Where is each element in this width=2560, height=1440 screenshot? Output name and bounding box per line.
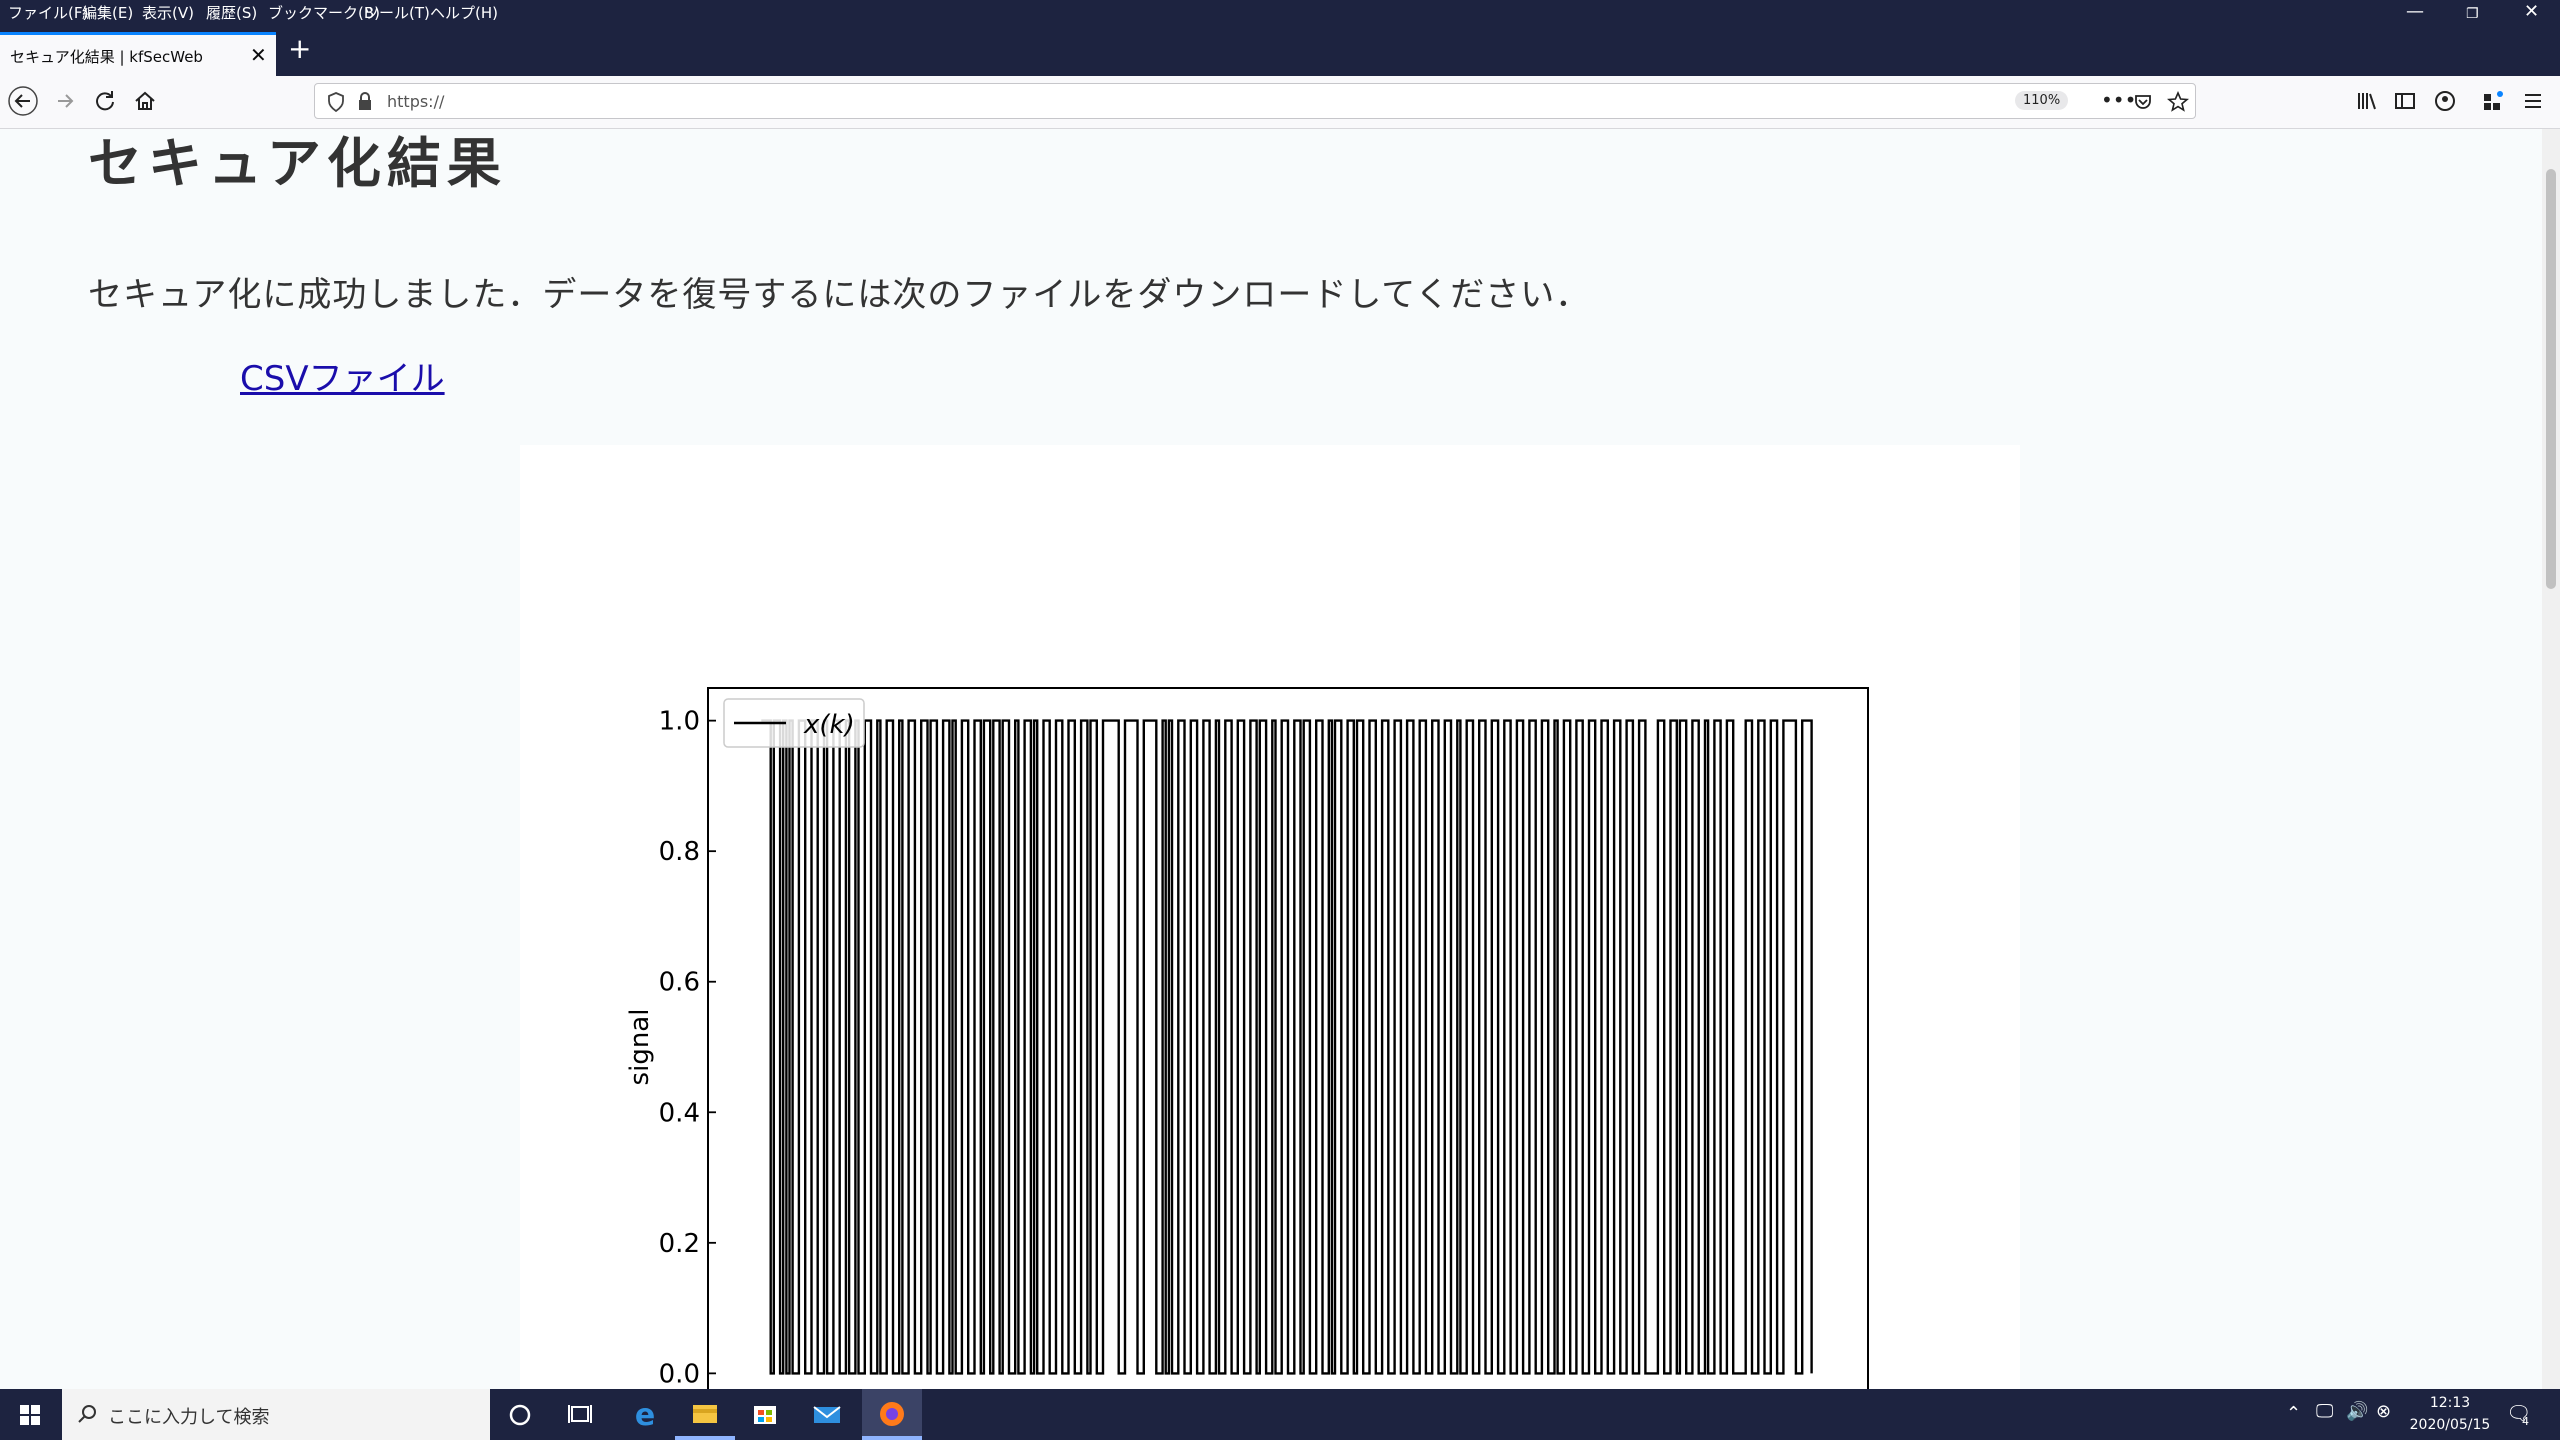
search-placeholder: ここに入力して検索 (108, 1407, 270, 1428)
network-icon[interactable]: 🖵 (2316, 1401, 2333, 1422)
tab-bar: セキュア化結果 | kfSecWeb ✕ + (0, 26, 2560, 76)
chart-svg: 0501001502002503003500.00.20.40.60.81.0 … (625, 687, 1869, 1389)
y-tick-label: 0.2 (659, 1229, 700, 1259)
lock-icon[interactable] (357, 92, 373, 112)
restore-icon[interactable]: ❐ (2466, 4, 2479, 24)
bookmark-star-icon[interactable] (2167, 91, 2189, 113)
clock-time: 12:13 (2429, 1395, 2471, 1411)
menu-file[interactable]: ファイル(F) (8, 3, 88, 23)
y-tick-label: 0.8 (659, 837, 700, 867)
hamburger-menu-icon[interactable] (2518, 86, 2548, 116)
success-message: セキュア化に成功しました．データを復号するには次のファイルをダウンロードしてくだ… (88, 275, 1591, 315)
page-scrollbar[interactable] (2542, 129, 2560, 1389)
sidebar-icon[interactable] (2390, 86, 2420, 116)
store-icon[interactable] (735, 1389, 795, 1440)
file-explorer-icon[interactable] (675, 1389, 735, 1440)
scrollbar-thumb[interactable] (2546, 169, 2556, 589)
notification-count: 4 (2522, 1415, 2529, 1428)
forward-icon[interactable] (50, 86, 80, 116)
page-title: セキュア化結果 (88, 132, 507, 195)
navigation-toolbar: https:// 110% ••• (0, 76, 2560, 129)
task-view-icon[interactable] (550, 1389, 610, 1440)
close-window-icon[interactable]: ✕ (2524, 2, 2539, 22)
reload-icon[interactable] (90, 86, 120, 116)
firefox-icon[interactable] (862, 1389, 922, 1440)
windows-taskbar: ここに入力して検索 e ⌃ 🖵 🔊 ⊗ 12:13 2020/05/15 🗨 4 (0, 1389, 2560, 1440)
menu-edit[interactable]: 編集(E) (82, 3, 133, 23)
tray-chevron-icon[interactable]: ⌃ (2286, 1403, 2301, 1424)
shield-icon[interactable] (327, 92, 345, 112)
menu-history[interactable]: 履歴(S) (206, 3, 257, 23)
taskbar-search-box[interactable]: ここに入力して検索 (62, 1389, 490, 1440)
y-tick-label: 0.4 (659, 1098, 700, 1128)
menu-bar: ファイル(F) 編集(E) 表示(V) 履歴(S) ブックマーク(B) ツール(… (0, 0, 2560, 26)
taskbar-clock[interactable]: 12:13 2020/05/15 (2400, 1392, 2500, 1436)
menu-help[interactable]: ヘルプ(H) (430, 3, 498, 23)
clock-date: 2020/05/15 (2409, 1417, 2491, 1433)
page-content: セキュア化結果 セキュア化に成功しました．データを復号するには次のファイルをダウ… (0, 129, 2542, 1389)
mail-icon[interactable] (797, 1389, 857, 1440)
tab-active[interactable]: セキュア化結果 | kfSecWeb ✕ (0, 32, 276, 76)
svg-text:e: e (635, 1398, 655, 1433)
y-axis-label: signal (625, 1009, 655, 1086)
home-icon[interactable] (130, 86, 160, 116)
series-line-0 (761, 719, 1813, 1375)
zoom-level-badge[interactable]: 110% (2015, 91, 2069, 110)
menu-view[interactable]: 表示(V) (142, 3, 194, 23)
y-tick-label: 0.0 (659, 1359, 700, 1389)
menu-tools[interactable]: ツール(T) (364, 3, 430, 23)
legend-label: x(k) (803, 710, 855, 740)
y-tick-label: 1.0 (659, 707, 700, 737)
search-icon (78, 1405, 96, 1423)
close-tab-icon[interactable]: ✕ (250, 43, 267, 67)
back-icon[interactable] (8, 86, 38, 116)
csv-download-link[interactable]: CSVファイル (240, 351, 445, 400)
account-icon[interactable] (2430, 86, 2460, 116)
cortana-icon[interactable] (490, 1389, 550, 1440)
minimize-icon[interactable]: — (2406, 2, 2424, 22)
page-actions-icon[interactable]: ••• (2101, 88, 2136, 112)
pocket-icon[interactable] (2133, 92, 2153, 112)
url-bar[interactable]: https:// 110% ••• (314, 83, 2196, 119)
chart-legend: x(k) (723, 698, 865, 748)
y-tick-label: 0.6 (659, 968, 700, 998)
volume-icon[interactable]: 🔊 (2346, 1401, 2368, 1422)
library-icon[interactable] (2352, 86, 2382, 116)
url-text[interactable]: https:// (387, 92, 444, 111)
extensions-icon[interactable] (2478, 86, 2508, 116)
new-tab-icon[interactable]: + (288, 34, 311, 64)
tab-title: セキュア化結果 | kfSecWeb (10, 48, 203, 66)
ime-status-icon[interactable]: ⊗ (2376, 1401, 2391, 1422)
signal-chart: 0501001502002503003500.00.20.40.60.81.0 … (520, 445, 2020, 1389)
windows-start-icon[interactable] (0, 1389, 60, 1440)
edge-browser-icon[interactable]: e (615, 1389, 675, 1440)
